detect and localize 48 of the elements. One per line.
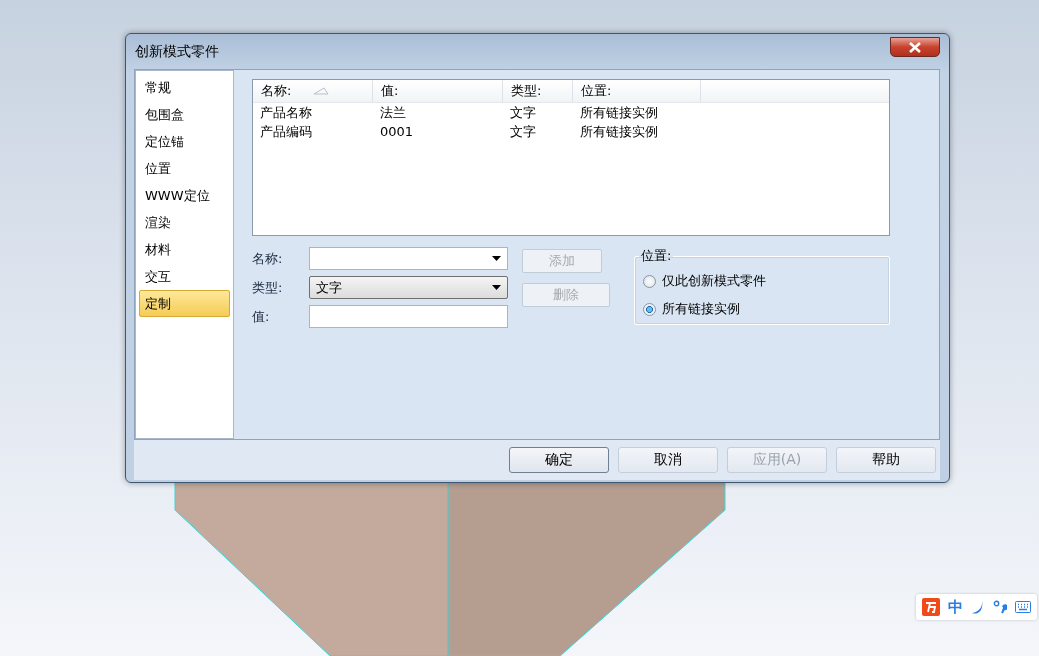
sidebar-item[interactable]: 定位锚 <box>139 128 230 155</box>
input-mode-toggle[interactable]: 中 <box>948 597 963 617</box>
sidebar-item[interactable]: 包围盒 <box>139 101 230 128</box>
ime-logo-icon[interactable] <box>922 598 940 616</box>
table-cell-text: 法兰 <box>379 104 407 122</box>
dropdown-arrow-icon <box>492 285 501 290</box>
punctuation-icon[interactable] <box>993 600 1007 614</box>
sidebar-item[interactable]: 位置 <box>139 155 230 182</box>
column-header[interactable]: 名称: <box>253 80 373 102</box>
table-cell-text: 文字 <box>509 123 537 141</box>
sidebar-item[interactable]: 定制 <box>139 290 230 317</box>
keyboard-icon[interactable] <box>1015 601 1031 613</box>
table-cell-text: 产品名称 <box>259 104 313 122</box>
sidebar-item[interactable]: 交互 <box>139 263 230 290</box>
column-label: 值: <box>381 82 399 100</box>
close-icon <box>908 41 922 53</box>
radio-label[interactable]: 所有链接实例 <box>662 300 740 318</box>
close-button[interactable] <box>890 37 940 57</box>
table-cell-text: 所有链接实例 <box>579 104 659 122</box>
dropdown-field[interactable]: 文字 <box>309 276 508 299</box>
column-label: 名称: <box>261 82 292 100</box>
dialog-button[interactable]: 确定 <box>509 447 609 473</box>
field-label: 名称: <box>252 249 284 268</box>
sidebar-item[interactable]: 渲染 <box>139 209 230 236</box>
radio-button[interactable] <box>643 302 656 316</box>
radio-button[interactable] <box>643 274 656 288</box>
sidebar-item[interactable]: 材料 <box>139 236 230 263</box>
column-header[interactable]: 类型: <box>503 80 573 102</box>
dropdown-arrow-icon <box>492 256 501 261</box>
column-header[interactable]: 值: <box>373 80 503 102</box>
table-cell-text: 文字 <box>509 104 537 122</box>
input-field[interactable] <box>309 305 508 328</box>
table-cell-text: 所有链接实例 <box>579 123 659 141</box>
dropdown-field[interactable] <box>309 247 508 270</box>
sidebar-item[interactable]: 常规 <box>139 74 230 101</box>
radio-label[interactable]: 仅此创新模式零件 <box>662 272 766 290</box>
field-label: 类型: <box>252 278 284 297</box>
table-cell-text: 0001 <box>379 123 415 141</box>
group-title: 位置: <box>640 247 673 265</box>
field-label: 值: <box>252 307 271 326</box>
dialog-button[interactable]: 帮助 <box>836 447 936 473</box>
column-header[interactable]: 位置: <box>573 80 701 102</box>
sidebar-item[interactable]: WWW定位 <box>139 182 230 209</box>
table-cell-text: 产品编码 <box>259 123 313 141</box>
column-label: 位置: <box>581 82 612 100</box>
dialog-button[interactable]: 取消 <box>618 447 718 473</box>
window-title: 创新模式零件 <box>134 42 219 61</box>
column-label: 类型: <box>511 82 542 100</box>
